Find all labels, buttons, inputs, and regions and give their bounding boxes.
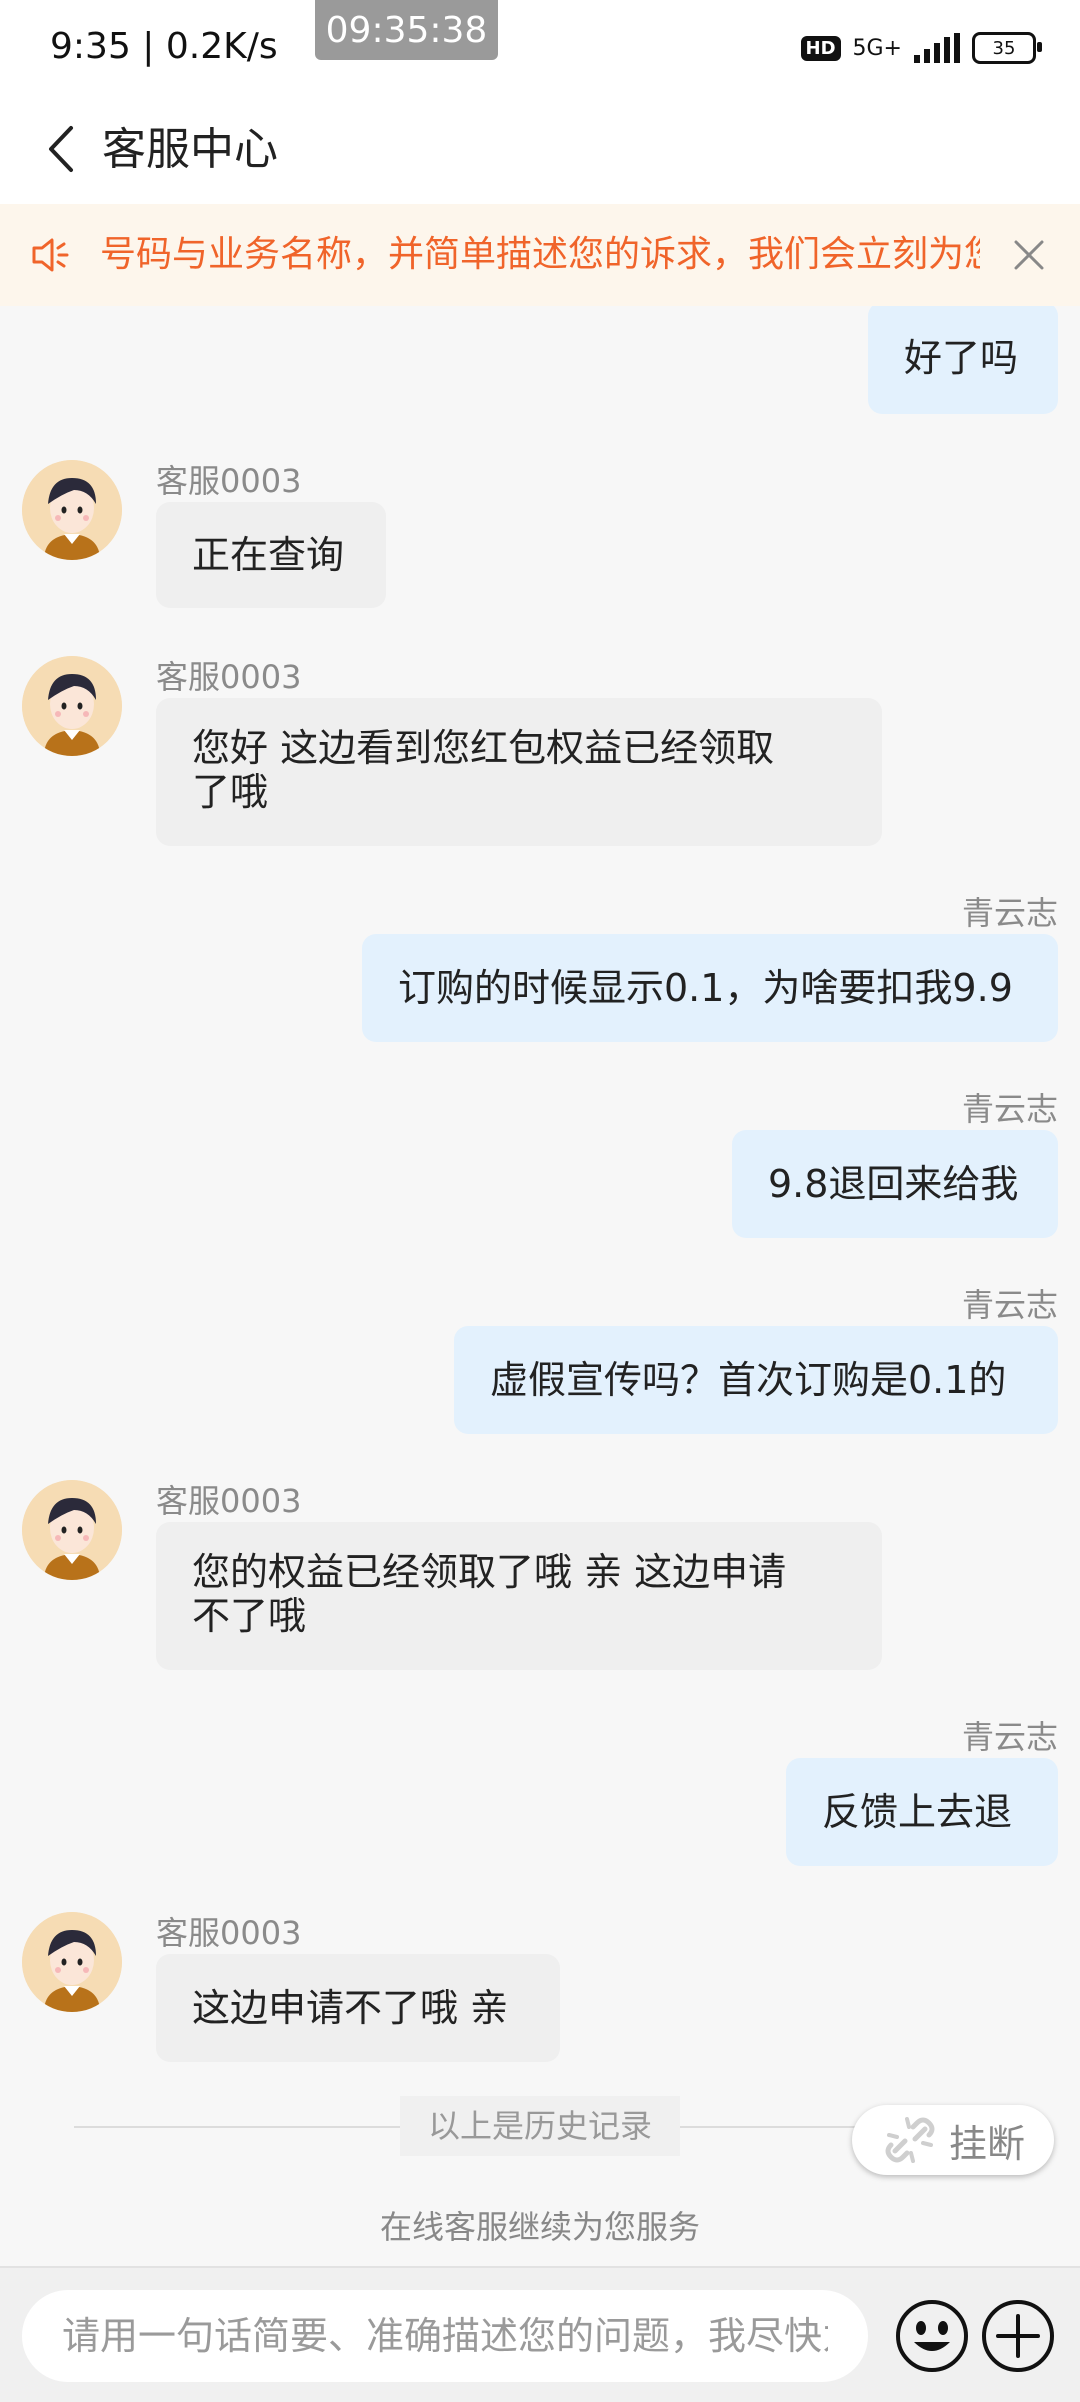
- hangup-button[interactable]: 挂断: [852, 2105, 1054, 2175]
- user-message-bubble: 好了吗: [868, 306, 1058, 414]
- message-text: 好了吗: [904, 336, 1019, 380]
- speaker-icon: [32, 238, 69, 272]
- input-bar: [0, 2266, 1080, 2402]
- agent-message-bubble: 您的权益已经领取了哦 亲 这边申请 不了哦: [156, 1522, 882, 1670]
- page-title: 客服中心: [102, 124, 278, 175]
- message-text: 虚假宣传吗？首次订购是0.1的: [490, 1358, 1007, 1402]
- agent-avatar-icon: [22, 1480, 122, 1580]
- history-divider-label: 以上是历史记录: [400, 2096, 680, 2156]
- message-text: 正在查询: [192, 533, 345, 577]
- back-button[interactable]: [30, 116, 90, 182]
- hangup-label: 挂断: [948, 2121, 1025, 2166]
- agent-avatar-icon: [22, 656, 122, 756]
- agent-message-bubble: 这边申请不了哦 亲: [156, 1954, 560, 2062]
- message-text-line: 不了哦: [192, 1594, 307, 1638]
- sender-name: 青云志: [961, 1718, 1058, 1756]
- hangup-icon: [885, 2117, 935, 2163]
- message-text: 反馈上去退: [822, 1790, 1013, 1834]
- service-continue-text: 在线客服继续为您服务: [379, 2208, 700, 2246]
- sender-name: 客服0003: [156, 658, 302, 696]
- message-text: 这边申请不了哦 亲: [192, 1986, 509, 2030]
- battery-icon: 35: [972, 32, 1042, 64]
- user-message-bubble: 订购的时候显示0.1，为啥要扣我9.9: [362, 934, 1058, 1042]
- network-type: 5G+: [852, 35, 902, 61]
- sender-name: 客服0003: [156, 1914, 302, 1952]
- status-bar: 9:35 | 0.2K/s 09:35:38 HD 5G+ 35: [0, 0, 1080, 96]
- agent-message-bubble: 正在查询: [156, 502, 386, 608]
- notice-banner: 号码与业务名称，并简单描述您的诉求，我们会立刻为您处理: [0, 204, 1080, 306]
- sender-name: 青云志: [961, 1286, 1058, 1324]
- message-text-line: 了哦: [192, 770, 269, 814]
- close-icon[interactable]: [1008, 234, 1050, 276]
- status-indicators: HD 5G+ 35: [800, 30, 1042, 66]
- avatar: [22, 656, 122, 756]
- message-text: 9.8退回来给我: [768, 1162, 1019, 1206]
- avatar: [22, 460, 122, 560]
- sender-name: 青云志: [961, 894, 1058, 932]
- hd-badge: HD: [800, 35, 841, 61]
- agent-avatar-icon: [22, 460, 122, 560]
- notice-text: 号码与业务名称，并简单描述您的诉求，我们会立刻为您处理: [100, 234, 980, 275]
- status-time-speed: 9:35 | 0.2K/s: [50, 26, 278, 67]
- message-input[interactable]: [22, 2290, 868, 2382]
- message-text-line: 您的权益已经领取了哦 亲 这边申请: [192, 1550, 787, 1594]
- message-text-line: 您好 这边看到您红包权益已经领取: [192, 726, 775, 770]
- avatar: [22, 1912, 122, 2012]
- chat-area[interactable]: 好了吗 客服0003 正在查询 客服0003 您好 这边看到您红包权益已经领取 …: [0, 306, 1080, 2266]
- sender-name: 青云志: [961, 1090, 1058, 1128]
- sender-name: 客服0003: [156, 1482, 302, 1520]
- divider-line-left: [74, 2126, 400, 2128]
- divider-line-right: [680, 2126, 880, 2128]
- avatar: [22, 1480, 122, 1580]
- agent-message-bubble: 您好 这边看到您红包权益已经领取 了哦: [156, 698, 882, 846]
- plus-icon[interactable]: [980, 2298, 1056, 2374]
- user-message-bubble: 虚假宣传吗？首次订购是0.1的: [454, 1326, 1058, 1434]
- signal-icon: [914, 33, 960, 63]
- sender-name: 客服0003: [156, 462, 302, 500]
- emoji-icon[interactable]: [894, 2298, 970, 2374]
- back-arrow-icon: [49, 126, 73, 172]
- agent-avatar-icon: [22, 1912, 122, 2012]
- clock-overlay: 09:35:38: [315, 0, 498, 60]
- message-text: 订购的时候显示0.1，为啥要扣我9.9: [398, 966, 1013, 1010]
- user-message-bubble: 反馈上去退: [786, 1758, 1058, 1866]
- user-message-bubble: 9.8退回来给我: [732, 1130, 1058, 1238]
- header: 客服中心: [0, 96, 1080, 206]
